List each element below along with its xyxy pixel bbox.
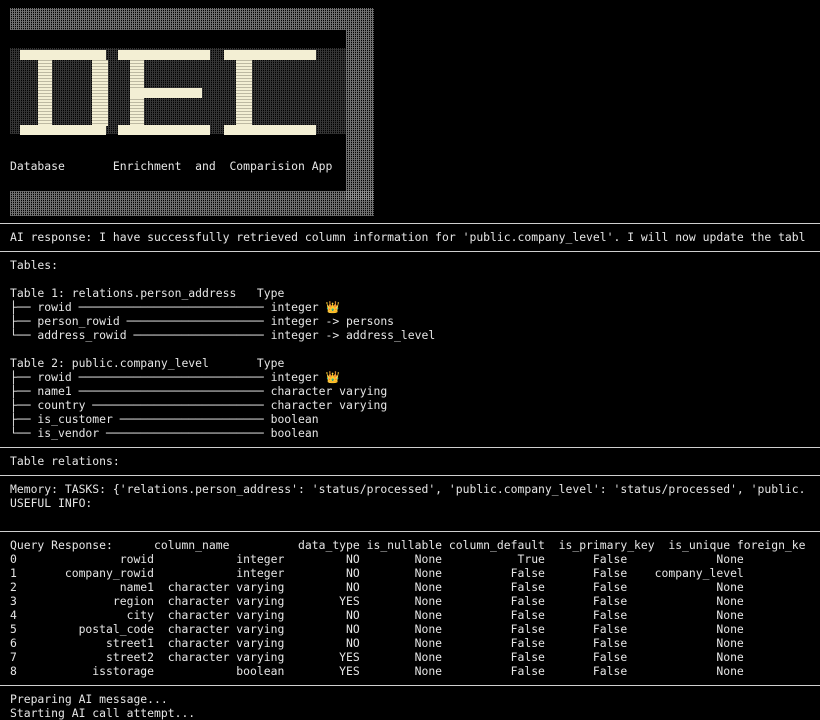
divider	[0, 251, 820, 252]
app-title: Database Enrichment and Comparision App	[10, 159, 333, 173]
query-row: 1 company_rowid integer NO None False Fa…	[10, 566, 744, 580]
banner-top-shade	[10, 8, 374, 30]
memory-line: Memory: TASKS: {'relations.person_addres…	[10, 482, 806, 496]
banner-bottom-shade	[10, 191, 374, 216]
app-banner: Database Enrichment and Comparision App	[10, 8, 374, 216]
query-row: 6 street1 character varying NO None Fals…	[10, 636, 744, 650]
table2-row: └── is_vendor ─────────────────────── bo…	[10, 426, 319, 440]
ai-response-line: AI response: I have successfully retriev…	[10, 230, 806, 244]
query-row: 5 postal_code character varying NO None …	[10, 622, 744, 636]
query-response-header: Query Response: column_name data_type is…	[10, 538, 806, 552]
banner-right-shade	[346, 30, 374, 200]
table2-row: ├── country ───────────────────────── ch…	[10, 398, 388, 412]
table1-row: ├── rowid ─────────────────────────── in…	[10, 300, 340, 314]
useful-info-line: USEFUL INFO:	[10, 496, 93, 510]
relations-heading: Table relations:	[10, 454, 120, 468]
table1-header: Table 1: relations.person_address Type	[10, 286, 285, 300]
table2-row: ├── name1 ─────────────────────────── ch…	[10, 384, 388, 398]
query-row: 2 name1 character varying NO None False …	[10, 580, 744, 594]
table1-row: └── address_rowid ─────────────────── in…	[10, 328, 436, 342]
table2-header: Table 2: public.company_level Type	[10, 356, 285, 370]
query-row: 4 city character varying NO None False F…	[10, 608, 744, 622]
query-row: 7 street2 character varying YES None Fal…	[10, 650, 744, 664]
tables-heading: Tables:	[10, 258, 59, 272]
status-line: Starting AI call attempt...	[10, 706, 196, 720]
divider	[0, 531, 820, 532]
divider	[0, 447, 820, 448]
query-row: 8 isstorage boolean YES None False False…	[10, 664, 744, 678]
table2-row: ├── rowid ─────────────────────────── in…	[10, 370, 340, 384]
divider	[0, 475, 820, 476]
query-row: 0 rowid integer NO None True False None	[10, 552, 744, 566]
query-row: 3 region character varying YES None Fals…	[10, 594, 744, 608]
table1-row: ├── person_rowid ──────────────────── in…	[10, 314, 395, 328]
divider	[0, 223, 820, 224]
table2-row: ├── is_customer ───────────────────── bo…	[10, 412, 319, 426]
divider	[0, 685, 820, 686]
status-line: Preparing AI message...	[10, 692, 168, 706]
